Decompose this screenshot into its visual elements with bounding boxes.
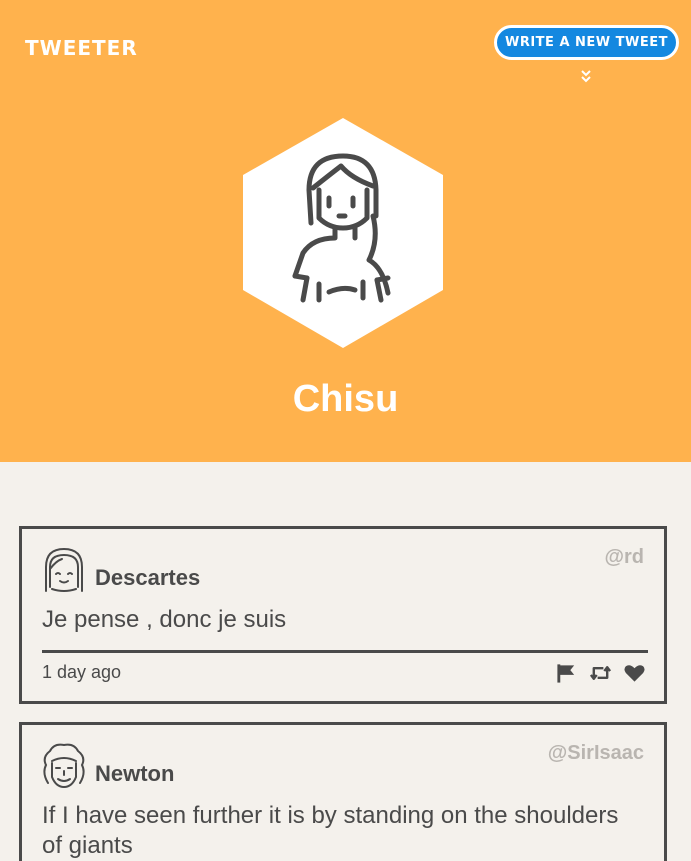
tweet-text: Je pense , donc je suis bbox=[42, 606, 287, 633]
descartes-avatar-icon bbox=[45, 547, 83, 592]
retweet-icon[interactable] bbox=[589, 662, 612, 684]
tweet-author[interactable]: Newton bbox=[95, 761, 174, 787]
tweet-text: If I have seen further it is by standing… bbox=[42, 802, 619, 859]
tweet-handle[interactable]: @SirIsaac bbox=[548, 742, 644, 765]
heart-icon[interactable] bbox=[623, 662, 646, 684]
tweet-divider bbox=[42, 650, 648, 653]
flag-icon[interactable] bbox=[555, 662, 578, 684]
write-new-tweet-button[interactable]: WRITE A NEW TWEET bbox=[494, 25, 679, 60]
profile-header: TWEETER WRITE A NEW TWEET Chisu bbox=[0, 0, 691, 462]
tweet-card: Newton @SirIsaac If I have seen further … bbox=[19, 722, 667, 861]
tweet-author[interactable]: Descartes bbox=[95, 565, 200, 591]
tweet-timestamp: 1 day ago bbox=[42, 662, 122, 682]
tweet-card: Descartes @rd Je pense , donc je suis 1 … bbox=[19, 526, 667, 704]
double-chevron-down-icon[interactable] bbox=[578, 68, 594, 84]
profile-avatar bbox=[243, 118, 443, 348]
tweet-actions bbox=[555, 662, 646, 684]
tweet-handle[interactable]: @rd bbox=[604, 546, 644, 569]
newton-avatar-icon bbox=[43, 743, 85, 789]
profile-name: Chisu bbox=[292, 378, 399, 420]
brand-logo[interactable]: TWEETER bbox=[25, 36, 138, 60]
